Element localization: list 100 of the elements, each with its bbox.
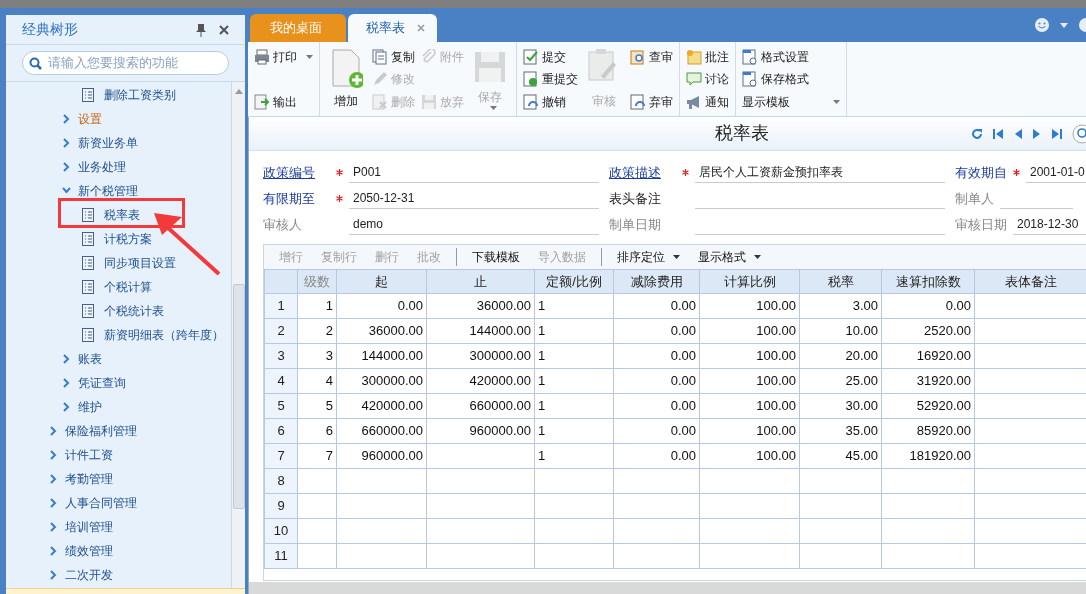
horizontal-scrollbar[interactable] <box>249 582 1086 594</box>
toolbar-button[interactable]: 通知 <box>686 91 729 112</box>
table-cell: 100.00 <box>699 368 800 394</box>
caret-icon[interactable] <box>1060 22 1068 28</box>
field-label: 审核人 <box>263 215 302 234</box>
tree-item[interactable]: 二次开发 <box>65 566 113 584</box>
expand-icon[interactable] <box>62 402 71 412</box>
toolbar-button[interactable]: 增加 <box>326 46 366 112</box>
scrollbar[interactable] <box>231 82 245 588</box>
scroll-up-icon[interactable] <box>234 88 243 94</box>
tree-item[interactable]: 薪资业务单 <box>78 134 138 152</box>
column-header[interactable]: 定额/比例 <box>534 269 614 294</box>
close-icon[interactable] <box>417 24 425 32</box>
column-header[interactable]: 减除费用 <box>613 269 700 294</box>
column-header[interactable]: 表体备注 <box>974 269 1086 294</box>
column-header[interactable]: 速算扣除数 <box>881 269 975 294</box>
smiley-icon[interactable] <box>1034 17 1050 33</box>
tree-item[interactable]: 业务处理 <box>78 158 126 176</box>
tree-item[interactable]: 凭证查询 <box>78 374 126 392</box>
expand-icon[interactable] <box>49 546 58 556</box>
tree-item[interactable]: 人事合同管理 <box>65 494 137 512</box>
previous-icon[interactable] <box>1013 127 1023 140</box>
input-field[interactable]: 2001-01-0 <box>1026 162 1086 183</box>
tree-item[interactable]: 个税计算 <box>104 278 152 296</box>
tree-item[interactable]: 删除工资类别 <box>104 86 176 104</box>
input-field[interactable]: 2050-12-31 <box>349 188 599 209</box>
expand-icon[interactable] <box>62 114 71 124</box>
tree-item[interactable]: 考勤管理 <box>65 470 113 488</box>
tree-item[interactable]: 同步项目设置 <box>104 254 176 272</box>
tree-item[interactable]: 保险福利管理 <box>65 422 137 440</box>
expand-icon[interactable] <box>49 570 58 580</box>
tree-item[interactable]: 税率表 <box>104 206 140 224</box>
tree-item[interactable]: 维护 <box>78 398 102 416</box>
tree-item[interactable]: 计税方案 <box>104 230 152 248</box>
column-header[interactable]: 止 <box>426 269 535 294</box>
tree-item[interactable]: 薪资明细表（跨年度） <box>104 326 224 344</box>
toolbar-button[interactable]: 批注 <box>686 46 729 67</box>
tab[interactable]: 税率表 <box>348 14 437 42</box>
toolbar-button[interactable]: 保存格式 <box>742 68 840 90</box>
refresh-icon[interactable] <box>971 127 983 140</box>
grid-toolbar-button[interactable]: 显示格式 <box>689 248 770 266</box>
field-label[interactable]: 政策描述 <box>609 162 661 183</box>
column-header[interactable]: 起 <box>336 269 427 294</box>
table-cell: 181920.00 <box>881 443 975 469</box>
tree-item[interactable]: 设置 <box>78 110 102 128</box>
expand-icon[interactable] <box>62 138 71 148</box>
table-cell: 1 <box>534 293 614 319</box>
delete-icon <box>372 93 388 110</box>
grid-toolbar-button[interactable]: 下载模板 <box>463 248 529 266</box>
column-header[interactable]: 税率 <box>799 269 882 294</box>
tree-item[interactable]: 新个税管理 <box>78 182 138 200</box>
expand-icon[interactable] <box>62 162 71 172</box>
tree-item[interactable]: 计件工资 <box>65 446 113 464</box>
expand-icon[interactable] <box>49 426 58 436</box>
toolbar-button[interactable]: 格式设置 <box>742 46 840 67</box>
column-header[interactable]: 计算比例 <box>699 269 800 294</box>
field-label: 制单人 <box>955 189 994 208</box>
table-cell: 1 <box>534 368 614 394</box>
table-cell: 0.00 <box>613 343 700 369</box>
pin-icon[interactable] <box>195 22 207 37</box>
table-cell: 36000.00 <box>336 318 427 344</box>
last-page-icon[interactable] <box>1051 127 1063 140</box>
expand-icon[interactable] <box>49 498 58 508</box>
expand-icon[interactable] <box>62 378 71 388</box>
table-cell: 7 <box>297 443 337 469</box>
toolbar-button[interactable]: 查审 <box>630 46 673 67</box>
search-icon[interactable] <box>1072 123 1086 144</box>
toolbar-button[interactable]: 复制 <box>372 46 415 67</box>
table-cell: 0.00 <box>881 293 975 319</box>
toolbar-button[interactable]: 讨论 <box>686 68 729 90</box>
field-label[interactable]: 政策编号 <box>263 162 315 183</box>
tree-item[interactable]: 个税统计表 <box>104 302 164 320</box>
expand-icon[interactable] <box>49 450 58 460</box>
smiley-icon[interactable] <box>1078 17 1086 33</box>
tree-item[interactable]: 账表 <box>78 350 102 368</box>
expand-icon[interactable] <box>49 474 58 484</box>
collapse-icon[interactable] <box>62 186 71 196</box>
expand-icon[interactable] <box>62 354 71 364</box>
table-cell: 2520.00 <box>881 318 975 344</box>
tree-item[interactable]: 绩效管理 <box>65 542 113 560</box>
tree-item[interactable]: 培训管理 <box>65 518 113 536</box>
toolbar-button[interactable]: 打印 <box>254 46 313 67</box>
toolbar-button[interactable]: 撤销 <box>523 91 578 112</box>
input-field[interactable]: P001 <box>349 162 599 183</box>
expand-icon[interactable] <box>49 522 58 532</box>
megaphone-icon <box>686 93 702 110</box>
input-field[interactable]: demo <box>349 214 599 235</box>
grid-toolbar-button[interactable]: 排序定位 <box>608 248 689 266</box>
toolbar-button[interactable]: 弃审 <box>630 91 673 112</box>
input-field[interactable]: 居民个人工资薪金预扣率表 <box>695 162 945 183</box>
close-icon[interactable] <box>219 24 229 35</box>
first-page-icon[interactable] <box>992 127 1004 140</box>
search-field[interactable]: 请输入您要搜索的功能 <box>22 51 229 75</box>
input-field[interactable]: 2018-12-30 <box>1013 214 1086 235</box>
toolbar-button[interactable]: 显示模板 <box>742 91 840 112</box>
next-icon[interactable] <box>1032 127 1042 140</box>
field-label: 制单日期 <box>609 215 661 234</box>
toolbar-button[interactable]: 重提交 <box>523 68 578 90</box>
toolbar-button[interactable]: 输出 <box>254 91 313 112</box>
toolbar-button[interactable]: 提交 <box>523 46 578 67</box>
